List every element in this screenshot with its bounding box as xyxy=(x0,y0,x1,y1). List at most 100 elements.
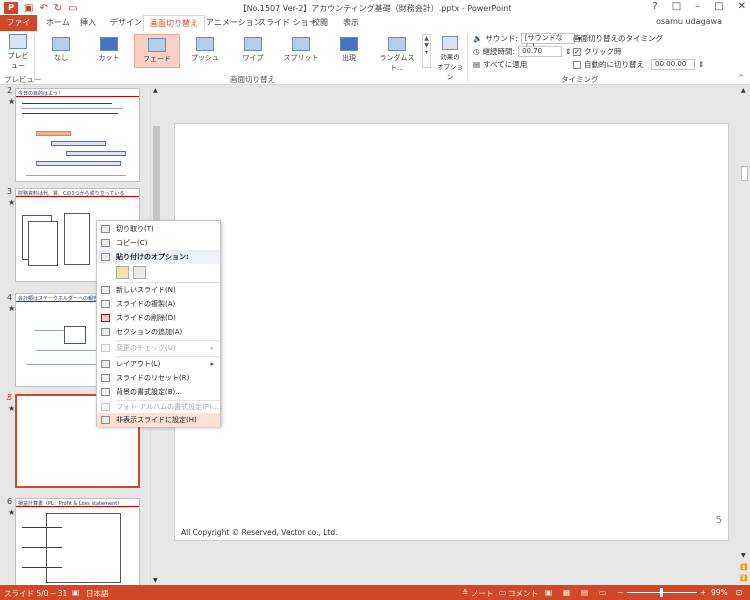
tab-view[interactable]: 表示 xyxy=(337,15,365,31)
effect-options-label: 効果の オプション xyxy=(437,53,463,81)
thumbnail-shape xyxy=(28,221,58,266)
copy-icon xyxy=(101,239,110,247)
slide-page-number: 5 xyxy=(715,515,722,526)
previous-slide-icon[interactable]: ⏫ xyxy=(740,564,747,571)
reset-icon xyxy=(101,374,110,382)
scroll-up-icon[interactable]: ▲ xyxy=(741,87,746,94)
transition-label: ワイプ xyxy=(242,54,264,62)
menu-item-label: 貼り付けのオプション: xyxy=(116,253,189,261)
transition-push[interactable]: プッシュ xyxy=(182,34,228,68)
ribbon-display-icon[interactable]: □ xyxy=(672,1,681,12)
language-indicator[interactable]: 日本語 xyxy=(86,588,109,599)
tab-review[interactable]: 校閲 xyxy=(306,15,334,31)
current-slide[interactable]: 5 All Copyright © Reserved, Vector co., … xyxy=(174,123,729,541)
slide-number: 3 xyxy=(7,187,13,196)
after-label: 自動的に切り替え xyxy=(584,60,644,69)
scroll-down-icon[interactable]: ▼ xyxy=(153,577,158,584)
menu-item-duplicate-slide[interactable]: スライドの複製(A) xyxy=(97,297,220,311)
tab-transitions[interactable]: 画面切り替え xyxy=(143,15,205,31)
transition-cut-icon xyxy=(100,37,118,51)
menu-item-label: 非表示スライドに設定(H) xyxy=(116,416,197,424)
advance-header: 画面切り替えのタイミング xyxy=(573,34,663,43)
minimize-icon[interactable]: – xyxy=(695,1,700,12)
apply-all-icon: ▤ xyxy=(473,60,481,69)
maximize-icon[interactable]: □ xyxy=(714,1,723,12)
apply-all-button[interactable]: ▤ すべてに適用 xyxy=(473,59,527,70)
thumbnail-shape xyxy=(46,513,121,583)
submenu-arrow-icon: ▸ xyxy=(210,360,214,368)
close-icon[interactable]: ✕ xyxy=(738,1,746,12)
menu-item-layout[interactable]: レイアウト(L) ▸ xyxy=(97,357,220,371)
zoom-out-button[interactable]: − xyxy=(617,588,623,597)
collapse-ribbon-icon[interactable]: ^ xyxy=(738,74,744,82)
comments-button[interactable]: コメント xyxy=(508,588,538,599)
menu-item-copy[interactable]: コピー(C) xyxy=(97,236,220,250)
duplicate-icon xyxy=(101,300,110,308)
tab-file[interactable]: ファイル xyxy=(0,15,37,42)
transition-fade[interactable]: フェード xyxy=(134,34,180,68)
menu-item-format-background[interactable]: 背景の書式設定(B)... xyxy=(97,385,220,399)
scroll-thumb[interactable] xyxy=(741,166,748,181)
transition-cut[interactable]: カット xyxy=(86,34,132,68)
after-spinner-icon[interactable]: ⇕ xyxy=(698,60,704,69)
tab-design[interactable]: デザイン xyxy=(104,15,148,31)
duration-spinner-icon[interactable]: ⇕ xyxy=(565,47,571,56)
on-click-checkbox[interactable]: ✓ xyxy=(573,47,581,56)
duration-icon: ◷ xyxy=(473,47,480,56)
slideshow-icon[interactable]: ▭ xyxy=(599,588,606,597)
help-icon[interactable]: ? xyxy=(652,1,657,12)
reading-view-icon[interactable]: ▤ xyxy=(581,588,588,597)
preview-label: プレビュー xyxy=(7,52,29,70)
menu-item-label: 新しいスライド(N) xyxy=(116,286,176,294)
spellcheck-icon[interactable]: ▣ xyxy=(72,588,79,597)
group-label-transitions: 画面切り替え xyxy=(230,75,275,84)
paste-keep-formatting-icon[interactable] xyxy=(116,266,129,279)
transition-reveal[interactable]: 出現 xyxy=(326,34,372,68)
menu-item-reset-slide[interactable]: スライドのリセット(R) xyxy=(97,371,220,385)
sound-select[interactable]: [サウンドなし] xyxy=(520,33,575,51)
menu-item-add-section[interactable]: セクションの追加(A) xyxy=(97,325,220,339)
transition-none[interactable]: なし xyxy=(38,34,84,68)
duration-field[interactable]: 00.70 xyxy=(518,46,563,57)
menu-item-new-slide[interactable]: 新しいスライド(N) xyxy=(97,283,220,297)
menu-item-label: スライドの複製(A) xyxy=(116,300,176,308)
effect-options-button[interactable]: 効果の オプション xyxy=(435,36,465,81)
menu-item-hide-slide[interactable]: 非表示スライドに設定(H) xyxy=(97,413,220,427)
transition-split[interactable]: スプリット xyxy=(278,34,324,68)
fit-slide-icon[interactable]: ⊡ xyxy=(736,588,742,597)
zoom-slider-thumb[interactable] xyxy=(660,588,663,597)
menu-item-paste-options: 貼り付けのオプション: xyxy=(97,250,220,264)
transition-label: フェード xyxy=(143,55,171,63)
slide-sorter-icon[interactable]: ▦ xyxy=(563,588,570,597)
thumbnail-line xyxy=(22,527,62,528)
transition-random-bars[interactable]: ランダムスト... xyxy=(374,34,420,72)
menu-item-cut[interactable]: 切り取り(T) xyxy=(97,222,220,236)
transition-label: 出現 xyxy=(342,54,356,62)
scroll-up-icon[interactable]: ▲ xyxy=(153,87,158,94)
thumbnail-shape xyxy=(66,151,126,156)
menu-item-label: スライドの削除(D) xyxy=(116,314,176,322)
thumbnail-shape xyxy=(51,141,106,146)
next-slide-icon[interactable]: ⏬ xyxy=(740,575,747,582)
after-field[interactable]: 00:00.00 xyxy=(651,59,695,70)
slide-thumbnail-6[interactable]: 損益計算書（PL：Profit & Loss statement） xyxy=(15,498,140,592)
menu-item-label: レイアウト(L) xyxy=(116,360,161,368)
paste-picture-icon[interactable] xyxy=(133,266,146,279)
ribbon-divider xyxy=(34,34,35,82)
gallery-scroll[interactable]: ▲ ▼ ▾ xyxy=(422,34,431,68)
menu-item-delete-slide[interactable]: スライドの削除(D) xyxy=(97,311,220,325)
menu-item-label: 切り取り(T) xyxy=(116,225,154,233)
notes-button[interactable]: ノート xyxy=(471,588,494,599)
tab-home[interactable]: ホーム xyxy=(40,15,76,31)
after-checkbox[interactable] xyxy=(573,60,581,69)
transition-wipe[interactable]: ワイプ xyxy=(230,34,276,68)
zoom-level[interactable]: 99% xyxy=(711,588,728,597)
user-name[interactable]: osamu udagawa xyxy=(656,17,722,26)
tab-insert[interactable]: 挿入 xyxy=(74,15,102,31)
normal-view-icon[interactable]: ▣ xyxy=(545,588,552,597)
editor-scrollbar[interactable]: ▲ ▼ ⏫ ⏬ xyxy=(739,86,750,585)
scroll-down-icon[interactable]: ▼ xyxy=(741,552,746,559)
zoom-in-button[interactable]: + xyxy=(700,588,706,597)
slide-thumbnail-2[interactable]: 今日の目的はよう！ xyxy=(15,88,140,182)
preview-button[interactable]: プレビュー xyxy=(5,34,31,71)
